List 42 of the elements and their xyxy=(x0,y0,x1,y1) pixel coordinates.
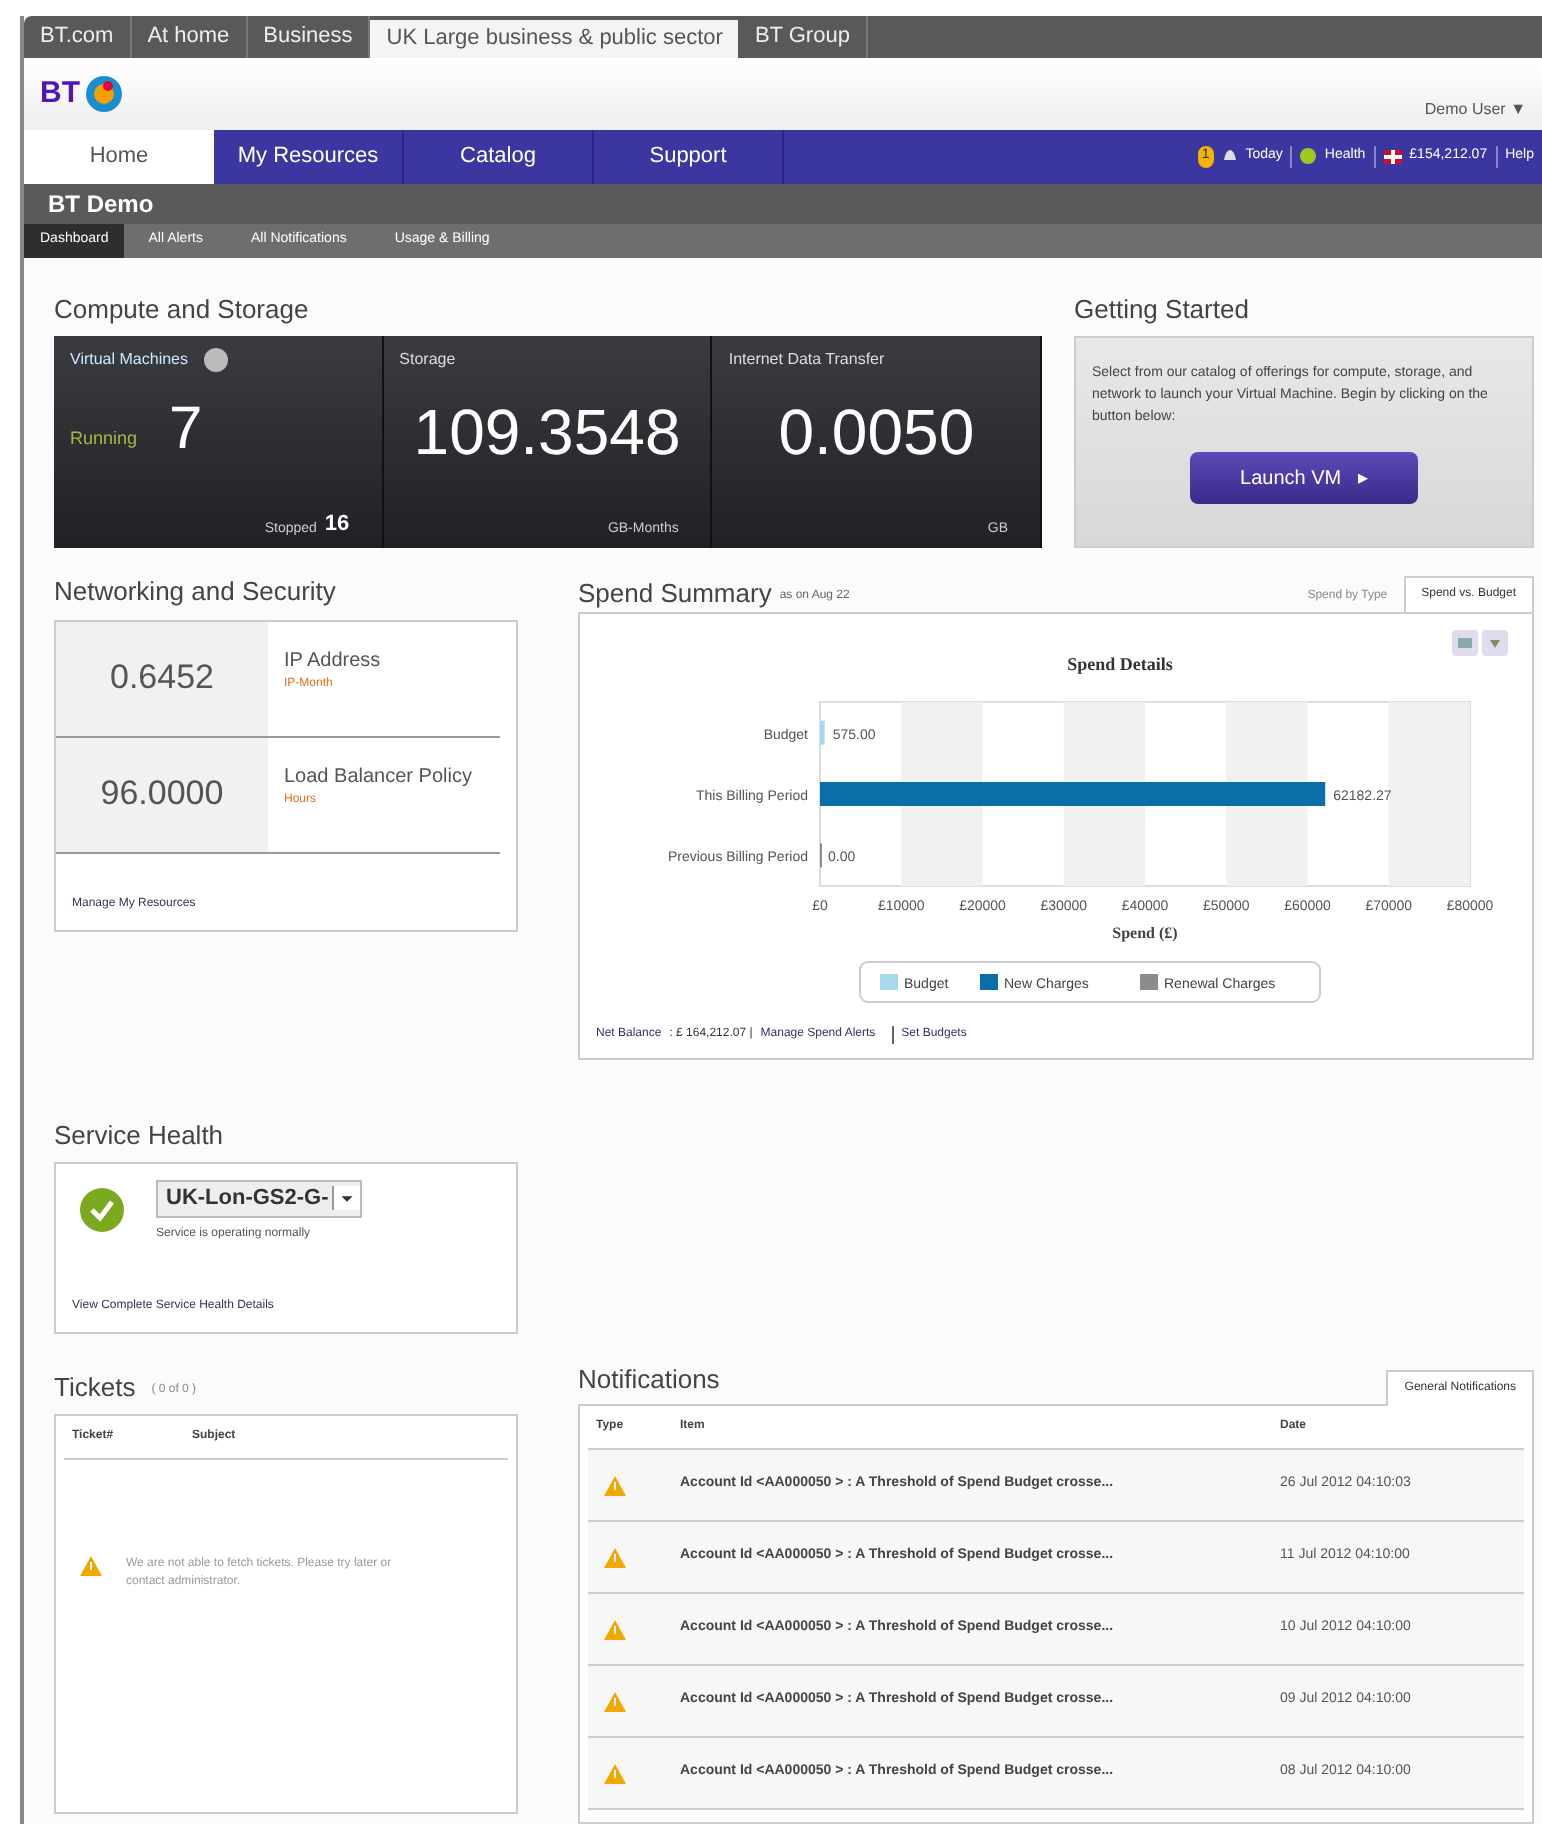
dropdown-icon xyxy=(332,1186,361,1211)
section-title: Getting Started xyxy=(1074,291,1251,328)
section-title: Networking and Security xyxy=(54,574,338,610)
print-icon[interactable] xyxy=(1452,630,1478,656)
site-tab[interactable]: UK Large business & public sector xyxy=(370,20,739,59)
chart-title: Spend Details xyxy=(1067,654,1173,674)
location-select[interactable]: UK-Lon-GS2-G- xyxy=(156,1180,363,1217)
flag-icon xyxy=(1383,149,1402,164)
metric-label: Load Balancer Policy xyxy=(284,763,472,791)
section-title: Notifications xyxy=(578,1361,720,1397)
axis-title: Spend (£) xyxy=(1112,924,1178,942)
bar xyxy=(820,720,825,745)
tile-label: Virtual Machines xyxy=(70,348,188,372)
section-title: Spend Summary xyxy=(578,575,772,612)
info-icon xyxy=(204,348,228,372)
bt-logo[interactable]: BT xyxy=(40,71,124,117)
warning-icon xyxy=(604,1691,626,1711)
warning-icon xyxy=(604,1763,626,1783)
metric-value: 96.0000 xyxy=(56,737,268,851)
section-title: Tickets xyxy=(54,1369,136,1405)
user-menu[interactable]: Demo User ▼ xyxy=(1424,98,1526,123)
stopped-count: 16 xyxy=(324,509,350,539)
tile-value: 109.3548 xyxy=(413,400,681,464)
tile-label: Storage xyxy=(399,348,456,372)
page-title: BT Demo xyxy=(48,187,154,222)
warning-icon xyxy=(604,1475,626,1495)
running-label: Running xyxy=(70,425,138,452)
warning-icon xyxy=(604,1547,626,1567)
nav-tab[interactable]: Home xyxy=(24,129,214,185)
tile-value: 0.0050 xyxy=(778,400,975,464)
section-title: Compute and Storage xyxy=(54,291,311,328)
tile-value: 7 xyxy=(169,400,203,460)
section-title: Service Health xyxy=(54,1117,226,1153)
tile-label: Internet Data Transfer xyxy=(728,348,885,372)
warning-icon xyxy=(80,1556,102,1576)
metric-value: 0.6452 xyxy=(56,621,268,735)
launch-vm-button[interactable]: Launch VM ▸ xyxy=(1190,452,1418,504)
warning-icon xyxy=(604,1619,626,1639)
download-icon[interactable] xyxy=(1482,630,1508,656)
metric-label: IP Address xyxy=(284,647,381,675)
bell-icon xyxy=(1221,148,1238,165)
check-icon xyxy=(80,1188,124,1232)
